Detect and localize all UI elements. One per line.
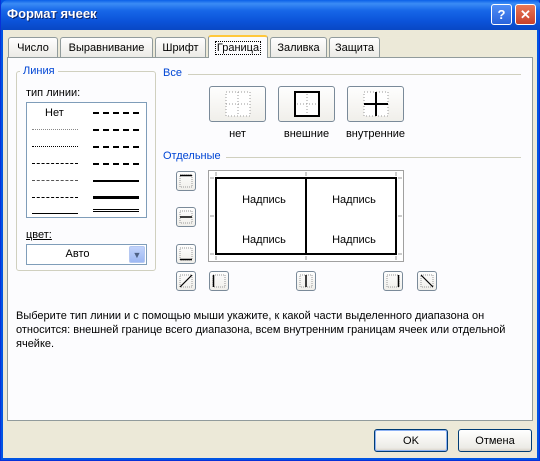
line-style-thick[interactable] xyxy=(93,196,139,199)
tab-number[interactable]: Число xyxy=(8,37,58,57)
line-style-medium-dashed[interactable] xyxy=(93,163,139,165)
line-style-dashed[interactable] xyxy=(32,197,78,198)
line-style-thin[interactable] xyxy=(32,213,78,214)
tab-border[interactable]: Граница xyxy=(208,35,268,58)
tab-font[interactable]: Шрифт xyxy=(155,37,206,57)
line-style-list[interactable]: Нет xyxy=(26,102,147,218)
border-left-icon xyxy=(212,274,226,288)
border-bottom-button[interactable] xyxy=(176,244,196,264)
border-preview[interactable]: Надпись Надпись Надпись Надпись xyxy=(208,170,404,262)
ok-button[interactable]: OK xyxy=(374,429,448,452)
preview-cell-label: Надпись xyxy=(242,194,286,206)
diagonal-down-icon xyxy=(420,274,434,288)
close-icon: ✕ xyxy=(520,6,531,22)
preset-inside-label: внутренние xyxy=(345,128,406,140)
border-left-button[interactable] xyxy=(209,271,229,291)
format-cells-dialog: Формат ячеек ? ✕ Число Выравнивание Шриф… xyxy=(0,0,540,461)
line-style-medium[interactable] xyxy=(93,180,139,182)
preset-outline-button[interactable] xyxy=(278,86,335,122)
border-middle-vertical-button[interactable] xyxy=(296,271,316,291)
tab-label: Выравнивание xyxy=(68,41,145,54)
border-middle-horizontal-button[interactable] xyxy=(176,207,196,227)
line-style-dash-dot-dot[interactable] xyxy=(32,163,78,164)
color-label: цвет: xyxy=(26,229,52,241)
help-icon: ? xyxy=(497,7,506,22)
border-inside-horizontal-icon xyxy=(179,210,193,224)
presets-title: Все xyxy=(163,67,182,79)
border-right-icon xyxy=(386,274,400,288)
tab-panel-border: Линия тип линии: Нет цвет: Авто ▼ Все не… xyxy=(7,57,533,421)
line-style-medium-dash-dot[interactable] xyxy=(93,146,139,148)
border-top-icon xyxy=(179,174,193,188)
chevron-down-icon[interactable]: ▼ xyxy=(129,246,145,263)
line-style-dotted[interactable] xyxy=(32,146,78,147)
preset-none-button[interactable] xyxy=(209,86,266,122)
diagonal-up-icon xyxy=(179,274,193,288)
ok-button-label: OK xyxy=(403,434,419,447)
preset-inside-button[interactable] xyxy=(347,86,404,122)
preset-outline-label: внешние xyxy=(283,128,330,140)
title-bar[interactable]: Формат ячеек ? ✕ xyxy=(1,0,540,30)
window-title: Формат ячеек xyxy=(7,6,97,21)
border-outline-icon xyxy=(293,91,320,117)
preview-cell-label: Надпись xyxy=(242,234,286,246)
color-select[interactable]: Авто ▼ xyxy=(26,244,147,265)
tab-label: Шрифт xyxy=(162,41,199,54)
line-style-double[interactable] xyxy=(93,209,139,212)
tab-label: Заливка xyxy=(277,41,320,54)
color-value: Авто xyxy=(65,248,90,260)
preview-cell-label: Надпись xyxy=(332,234,376,246)
description-text: Выберите тип линии и с помощью мыши укаж… xyxy=(16,310,506,350)
preview-frame xyxy=(210,172,402,260)
border-none-icon xyxy=(225,91,250,117)
close-button[interactable]: ✕ xyxy=(515,4,536,25)
preset-none-label: нет xyxy=(229,128,246,140)
tab-label: Защита xyxy=(335,41,374,54)
tab-fill[interactable]: Заливка xyxy=(270,37,327,57)
border-diagonal-up-button[interactable] xyxy=(176,271,196,291)
line-style-hair[interactable] xyxy=(32,129,78,130)
presets-separator xyxy=(188,74,521,75)
line-style-medium-dash-dot-dot[interactable] xyxy=(93,112,139,114)
border-diagonal-down-button[interactable] xyxy=(417,271,437,291)
tab-alignment[interactable]: Выравнивание xyxy=(60,37,153,57)
tab-label: Граница xyxy=(214,40,262,55)
tab-label: Число xyxy=(17,41,49,54)
preview-cell-label: Надпись xyxy=(332,194,376,206)
cancel-button-label: Отмена xyxy=(475,434,515,447)
help-button[interactable]: ? xyxy=(491,4,512,25)
line-style-none[interactable]: Нет xyxy=(45,107,64,119)
borders-separator xyxy=(226,157,521,158)
borders-title: Отдельные xyxy=(163,150,221,162)
line-style-slanted-dash-dot[interactable] xyxy=(93,129,139,131)
border-bottom-icon xyxy=(179,247,193,261)
line-group-title: Линия xyxy=(20,65,58,77)
border-inside-vertical-icon xyxy=(299,274,313,288)
border-top-button[interactable] xyxy=(176,171,196,191)
line-style-label: тип линии: xyxy=(26,87,81,99)
border-inside-icon xyxy=(363,91,388,117)
border-right-button[interactable] xyxy=(383,271,403,291)
line-style-dash-dot[interactable] xyxy=(32,180,78,181)
tab-protection[interactable]: Защита xyxy=(329,37,380,57)
cancel-button[interactable]: Отмена xyxy=(458,429,532,452)
